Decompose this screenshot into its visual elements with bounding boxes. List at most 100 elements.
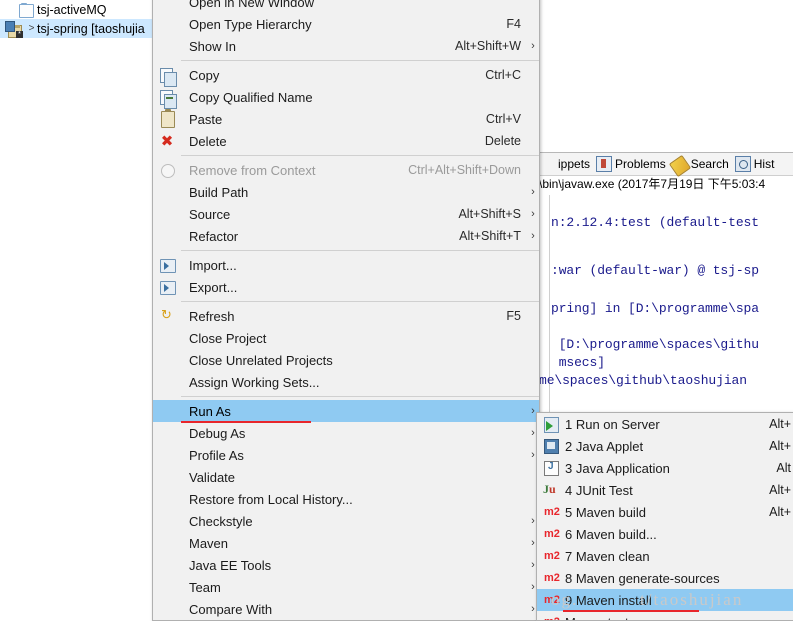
- menu-item-shortcut: Ctrl+C: [485, 68, 521, 82]
- submenu-item-shortcut: Alt: [776, 461, 791, 475]
- menu-item-close-project[interactable]: Close Project: [153, 327, 539, 349]
- submenu-item-9-maven-install[interactable]: m2 9 Maven install: [537, 589, 793, 612]
- run-as-submenu: 1 Run on Server Alt+ 2 Java Applet Alt+ 3 Ja…: [536, 412, 793, 621]
- menu-item-refactor[interactable]: Refactor Alt+Shift+T ›: [153, 225, 539, 247]
- tab-label: Problems: [615, 157, 666, 171]
- menu-item-label: Refresh: [189, 308, 235, 324]
- menu-item-refresh[interactable]: ↻ Refresh F5: [153, 305, 539, 327]
- console-line: n:2.12.4:test (default-test: [551, 215, 759, 230]
- menu-item-shortcut: F5: [506, 309, 521, 323]
- tree-item-label: tsj-spring [taoshujia: [37, 21, 145, 36]
- chevron-right-icon: ›: [531, 208, 535, 220]
- submenu-item-maven-test[interactable]: m2Maven test: [537, 611, 793, 621]
- chevron-right-icon: ›: [531, 40, 535, 52]
- menu-item-no-icon: [153, 35, 181, 57]
- tab-label: Search: [690, 157, 729, 171]
- menu-item-open-in-new-window[interactable]: Open in New Window: [153, 0, 539, 13]
- menu-item-label: Import...: [189, 257, 237, 273]
- menu-item-label: Java EE Tools: [189, 557, 272, 573]
- menu-item-paste[interactable]: Paste Ctrl+V: [153, 108, 539, 130]
- menu-item-copy[interactable]: Copy Ctrl+C: [153, 64, 539, 87]
- console-tab-bar: ippets Problems Search Hist: [537, 153, 793, 177]
- menu-item-label: Debug As: [189, 425, 246, 441]
- tree-item-tsj-spring[interactable]: * > tsj-spring [taoshujia: [0, 19, 152, 38]
- menu-item-shortcut: F4: [506, 17, 521, 31]
- menu-item-label: Copy Qualified Name: [189, 89, 313, 105]
- submenu-item-shortcut: Alt+: [769, 505, 791, 519]
- menu-separator: [181, 60, 539, 61]
- tab-history[interactable]: Hist: [733, 156, 779, 172]
- menu-item-run-as[interactable]: Run As ›: [153, 400, 539, 423]
- menu-item-compare-with[interactable]: Compare With ›: [153, 598, 539, 620]
- menu-item-show-in[interactable]: Show In Alt+Shift+W ›: [153, 35, 539, 57]
- tab-problems[interactable]: Problems: [594, 156, 670, 172]
- menu-separator: [181, 396, 539, 397]
- menu-item-source[interactable]: Source Alt+Shift+S ›: [153, 203, 539, 225]
- menu-item-no-icon: [153, 203, 181, 225]
- tab-search[interactable]: Search: [668, 154, 733, 177]
- delete-icon: ✖: [160, 132, 174, 150]
- eclipse-screenshot: tsj-activeMQ * > tsj-spring [taoshujia i…: [0, 0, 793, 621]
- menu-item-close-unrelated-projects[interactable]: Close Unrelated Projects: [153, 349, 539, 371]
- menu-item-shortcut: Alt+Shift+W: [455, 39, 521, 53]
- submenu-item-label: 6 Maven build...: [565, 526, 657, 542]
- menu-item-label: Validate: [189, 469, 236, 485]
- menu-item-assign-working-sets[interactable]: Assign Working Sets...: [153, 371, 539, 393]
- menu-item-validate[interactable]: Validate: [153, 466, 539, 488]
- menu-item-build-path[interactable]: Build Path ›: [153, 181, 539, 203]
- refresh-icon: ↻: [161, 308, 172, 323]
- menu-item-label: Source: [189, 206, 231, 222]
- console-line: pring] in [D:\programme\spa: [551, 301, 759, 316]
- tree-item-tsj-activeMQ[interactable]: tsj-activeMQ: [0, 0, 152, 19]
- menu-item-checkstyle[interactable]: Checkstyle ›: [153, 510, 539, 532]
- submenu-item-4-junit-test[interactable]: Ju 4 JUnit Test Alt+: [537, 479, 793, 501]
- submenu-item-8-maven-generate-sources[interactable]: m2 8 Maven generate-sources: [537, 567, 793, 589]
- menu-item-no-icon: [153, 554, 181, 576]
- menu-item-java-ee-tools[interactable]: Java EE Tools ›: [153, 554, 539, 576]
- submenu-item-shortcut: Alt+: [769, 439, 791, 453]
- menu-item-label: Checkstyle: [189, 513, 253, 529]
- submenu-item-1-run-on-server[interactable]: 1 Run on Server Alt+: [537, 413, 793, 435]
- submenu-item-5-maven-build[interactable]: m2 5 Maven build Alt+: [537, 501, 793, 523]
- remove-from-context-icon: [153, 159, 181, 181]
- tree-expand-arrow[interactable]: >: [26, 19, 37, 38]
- menu-item-profile-as[interactable]: Profile As ›: [153, 444, 539, 466]
- menu-item-no-icon: [153, 371, 181, 393]
- paste-icon: [153, 108, 181, 130]
- menu-item-label: Export...: [189, 279, 238, 295]
- chevron-right-icon: ›: [531, 230, 535, 242]
- menu-item-no-icon: [153, 444, 181, 466]
- menu-separator: [181, 301, 539, 302]
- menu-item-delete[interactable]: ✖ Delete Delete: [153, 130, 539, 152]
- menu-item-open-type-hierarchy[interactable]: Open Type Hierarchy F4: [153, 13, 539, 35]
- menu-item-debug-as[interactable]: Debug As ›: [153, 422, 539, 444]
- submenu-item-7-maven-clean[interactable]: m2 7 Maven clean: [537, 545, 793, 567]
- menu-item-label: Build Path: [189, 184, 249, 200]
- menu-item-label: Team: [189, 579, 221, 595]
- export-icon: [153, 276, 181, 298]
- submenu-item-6-maven-build[interactable]: m2 6 Maven build...: [537, 523, 793, 545]
- submenu-item-2-java-applet[interactable]: 2 Java Applet Alt+: [537, 435, 793, 457]
- run-as-submenu-items: 1 Run on Server Alt+ 2 Java Applet Alt+ 3 Ja…: [537, 413, 793, 621]
- menu-item-copy-qualified-name[interactable]: Copy Qualified Name: [153, 86, 539, 109]
- tab-snippets[interactable]: ippets: [537, 156, 594, 172]
- menu-item-export[interactable]: Export...: [153, 276, 539, 298]
- menu-item-team[interactable]: Team ›: [153, 576, 539, 598]
- menu-item-shortcut: Alt+Shift+T: [459, 229, 521, 243]
- submenu-item-label: 8 Maven generate-sources: [565, 570, 720, 586]
- menu-item-no-icon: [153, 13, 181, 35]
- maven-icon: m2: [544, 594, 560, 606]
- submenu-item-label: 4 JUnit Test: [565, 482, 633, 498]
- menu-item-no-icon: [153, 532, 181, 554]
- menu-item-restore-from-local-history[interactable]: Restore from Local History...: [153, 488, 539, 510]
- menu-separator: [181, 250, 539, 251]
- menu-item-label: Restore from Local History...: [189, 491, 353, 507]
- console-output[interactable]: n:2.12.4:test (default-test :war (defaul…: [537, 195, 793, 413]
- context-menu: Open in New Window Open Type Hierarchy F4 S…: [152, 0, 540, 621]
- junit-icon: Ju: [543, 482, 556, 496]
- submenu-item-3-java-application[interactable]: 3 Java Application Alt: [537, 457, 793, 479]
- menu-item-maven[interactable]: Maven ›: [153, 532, 539, 554]
- menu-item-import[interactable]: Import...: [153, 254, 539, 276]
- menu-item-label: Delete: [189, 133, 227, 149]
- copy-icon: [153, 64, 181, 87]
